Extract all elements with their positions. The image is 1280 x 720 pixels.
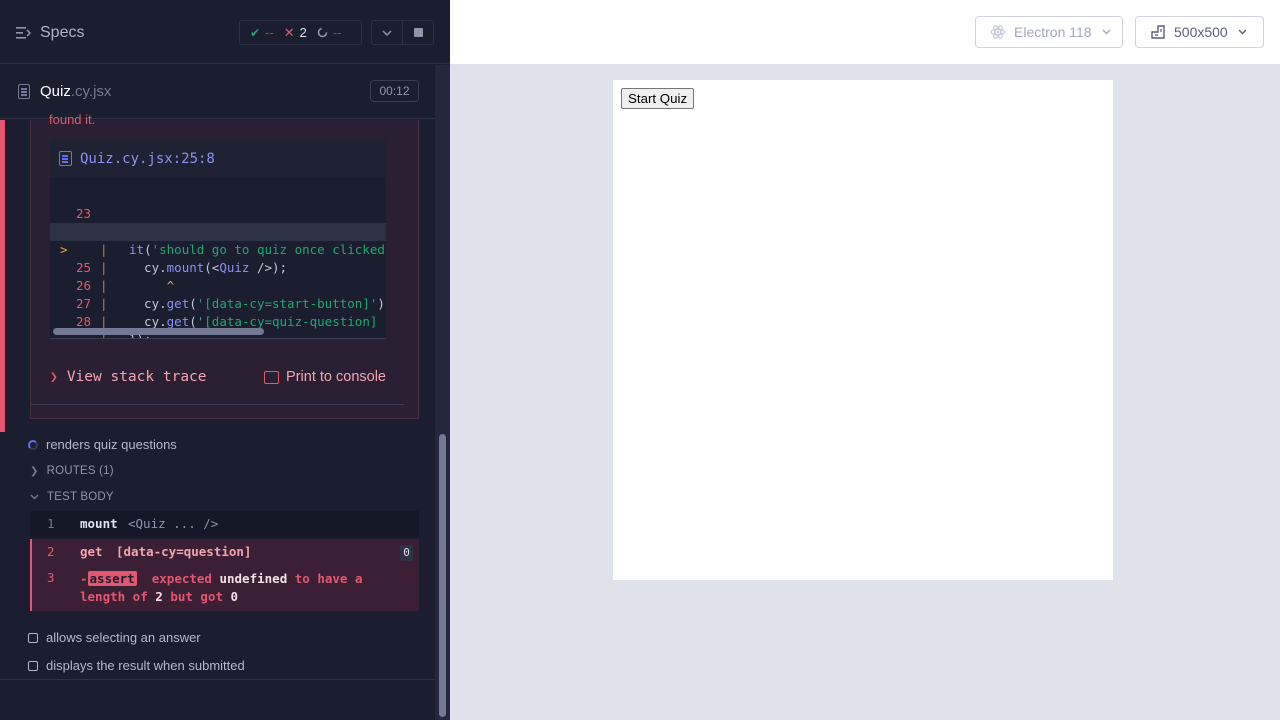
- menu-expand-icon: [16, 27, 32, 39]
- view-stack-trace-label: View stack trace: [66, 369, 207, 385]
- specs-list-toggle[interactable]: Specs: [16, 22, 96, 44]
- command-log-row-failed[interactable]: 3 - assert expected undefined to have a l…: [32, 569, 419, 611]
- document-icon: [18, 84, 30, 99]
- viewport-ruler-icon: [1151, 25, 1165, 39]
- pending-stat: --: [307, 25, 342, 40]
- failed-command-group: 2 get [data-cy=question] 0 3 - assert exp…: [30, 539, 419, 611]
- command-name: mount: [80, 516, 118, 531]
- spec-header: Quiz.cy.jsx 00:12: [0, 65, 435, 119]
- browser-selector[interactable]: Electron 118: [975, 16, 1123, 48]
- viewport-label: 500x500: [1174, 24, 1228, 40]
- print-to-console-label: Print to console: [286, 369, 386, 385]
- collapse-all-button[interactable]: [371, 20, 403, 45]
- print-to-console-button[interactable]: Print to console: [264, 369, 386, 385]
- chevron-right-icon: ❯: [30, 465, 39, 477]
- divider: [31, 404, 404, 405]
- test-item-pending[interactable]: allows selecting an answer: [28, 630, 201, 645]
- code-frame: Quiz.cy.jsx:25:8 23 | it('should go to q…: [50, 140, 386, 339]
- stop-button[interactable]: [402, 20, 434, 45]
- terminal-icon: [264, 370, 280, 384]
- electron-icon: [990, 25, 1006, 39]
- error-panel: found it. Quiz.cy.jsx:25:8 23 | it('shou…: [30, 112, 419, 419]
- routes-section-toggle[interactable]: ❯ ROUTES (1): [30, 465, 114, 477]
- divider: [0, 679, 435, 680]
- command-number: 1: [47, 516, 55, 531]
- command-log-row[interactable]: 1 mount <Quiz ... />: [30, 511, 419, 537]
- browser-label: Electron 118: [1014, 24, 1092, 40]
- spec-extension: .cy.jsx: [70, 83, 112, 100]
- assertion-text: - assert expected undefined to have a len…: [80, 571, 363, 604]
- code-line: 26 | cy.get('[data-cy=quiz-question]: [50, 259, 386, 329]
- code-lines: 23 | it('should go to quiz once clicked …: [50, 187, 386, 338]
- reporter-scrollbar-thumb[interactable]: [439, 434, 446, 717]
- reporter-header: Specs ✔ -- ✕ 2 --: [0, 0, 450, 64]
- test-item-pending[interactable]: displays the result when submitted: [28, 658, 245, 673]
- command-message: <Quiz ... />: [128, 516, 219, 531]
- passed-count: --: [265, 25, 274, 40]
- chevron-down-icon: [382, 29, 392, 36]
- element-count-badge: 0: [400, 545, 413, 561]
- reporter-panel: Specs ✔ -- ✕ 2 -- Quiz.cy.jsx 00:12 foun…: [0, 0, 450, 720]
- test-body-label: TEST BODY: [47, 491, 114, 503]
- command-number: 2: [47, 544, 55, 559]
- code-line: 24 | cy.mount(<Quiz />);: [50, 205, 386, 275]
- spec-duration: 00:12: [370, 80, 419, 102]
- app-under-test-panel: Electron 118 500x500 Start Quiz: [450, 0, 1280, 720]
- test-title: displays the result when submitted: [46, 658, 245, 673]
- chevron-down-icon: [1238, 29, 1247, 35]
- aut-iframe: Start Quiz: [613, 80, 1113, 580]
- code-frame-filename: Quiz.cy.jsx:25:8: [80, 150, 215, 167]
- pending-checkbox-icon: [28, 632, 38, 643]
- error-message: found it.: [49, 112, 96, 127]
- spec-name: Quiz: [40, 83, 71, 100]
- command-message: [data-cy=question]: [116, 544, 252, 559]
- failed-test-indicator: [0, 120, 5, 432]
- passed-stat: ✔ --: [240, 25, 274, 40]
- code-line: 23 | it('should go to quiz once clicked: [50, 187, 386, 257]
- pending-spinner-icon: [317, 27, 328, 38]
- test-title: allows selecting an answer: [46, 630, 201, 645]
- pending-count: --: [332, 25, 342, 40]
- command-name: get: [80, 544, 103, 559]
- assert-badge: assert: [87, 571, 137, 586]
- viewport-selector[interactable]: 500x500: [1135, 16, 1264, 48]
- code-line-highlighted: > 25 | cy.get('[data-cy=start-button]'): [50, 223, 386, 311]
- routes-label: ROUTES (1): [46, 465, 114, 477]
- view-stack-trace-button[interactable]: ❯ View stack trace: [50, 369, 207, 385]
- test-stats: ✔ -- ✕ 2 --: [239, 20, 362, 45]
- test-item-running[interactable]: renders quiz questions: [28, 437, 177, 452]
- x-icon: ✕: [283, 24, 295, 40]
- chevron-down-icon: [30, 494, 39, 500]
- code-line: 27 | });: [50, 277, 386, 338]
- specs-label: Specs: [40, 24, 85, 41]
- start-quiz-button[interactable]: Start Quiz: [621, 88, 695, 109]
- stop-icon: [413, 28, 423, 37]
- test-title: renders quiz questions: [46, 437, 177, 452]
- error-actions: ❯ View stack trace Print to console: [50, 362, 386, 392]
- failed-stat: ✕ 2: [274, 25, 307, 41]
- chevron-right-icon: ❯: [50, 369, 58, 385]
- failed-count: 2: [299, 25, 307, 40]
- pending-checkbox-icon: [28, 660, 38, 671]
- horizontal-scrollbar[interactable]: [53, 328, 264, 335]
- command-number: 3: [47, 570, 55, 585]
- test-body-section-toggle[interactable]: TEST BODY: [30, 491, 114, 503]
- check-icon: ✔: [250, 25, 261, 40]
- command-log-row[interactable]: 2 get [data-cy=question] 0: [32, 539, 419, 565]
- aut-header: Electron 118 500x500: [450, 0, 1280, 64]
- document-icon: [59, 151, 72, 166]
- code-line: 28 |: [50, 295, 386, 338]
- chevron-down-icon: [1102, 29, 1111, 35]
- code-frame-file-link[interactable]: Quiz.cy.jsx:25:8: [50, 140, 386, 177]
- spec-filename: Quiz.cy.jsx: [40, 83, 111, 100]
- code-line: | ^: [100, 260, 175, 293]
- running-spinner-icon: [28, 439, 38, 450]
